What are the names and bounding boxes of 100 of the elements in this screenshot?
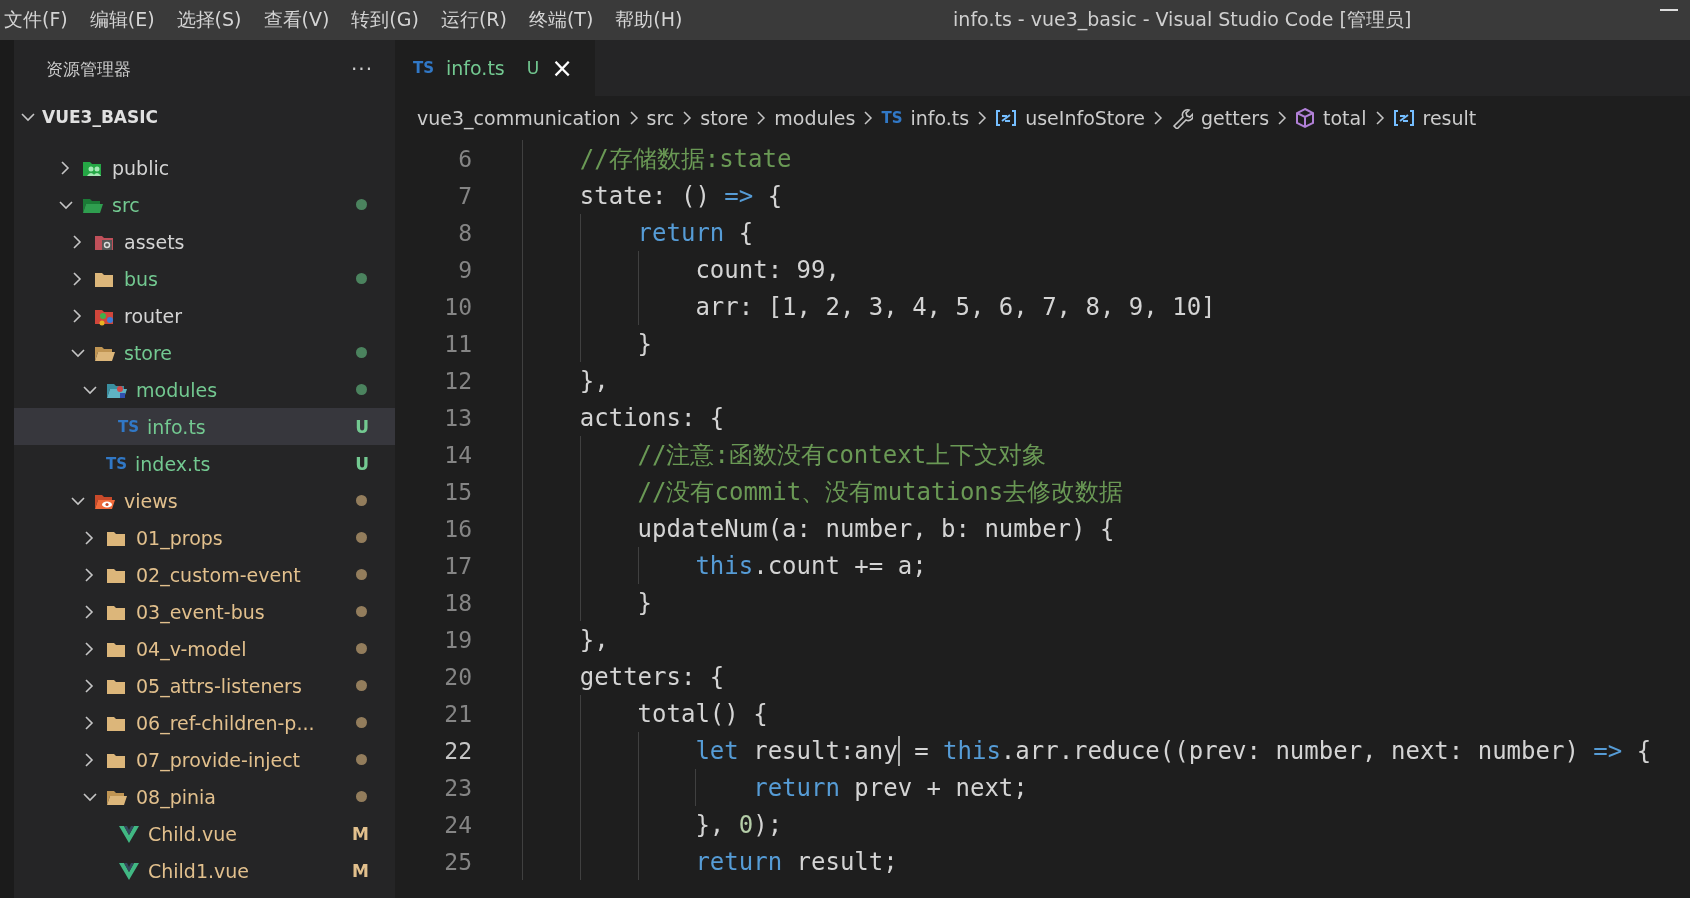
breadcrumb-item[interactable]: vue3_communication [417,107,621,129]
tree-item[interactable]: 07_provide-inject [14,741,395,778]
status-letter: M [352,823,369,844]
code-line: return { [637,218,754,247]
tree-item[interactable]: public [14,149,395,186]
line-number: 16 [443,515,472,542]
code-line: } [637,588,653,617]
chevron-right-icon [628,110,639,126]
line-number: 6 [457,145,472,172]
tree-item[interactable]: 08_pinia [14,778,395,815]
menu-item[interactable]: 运行(R) [440,7,529,33]
code-line: state: () => { [579,181,783,210]
folder-section-header[interactable]: VUE3_BASIC [14,98,395,136]
code-line: //存储数据:state [579,143,792,175]
tree-item[interactable]: modules [14,371,395,408]
line-number: 7 [457,182,472,209]
breadcrumb-item[interactable]: getters [1171,107,1270,129]
ts-icon: TS [881,109,903,127]
line-number: 13 [443,404,472,431]
tree-item[interactable]: bus [14,260,395,297]
tree-item[interactable]: router [14,297,395,334]
menu-item[interactable]: 查看(V) [263,7,352,33]
status-letter: U [355,416,369,437]
breadcrumb-item[interactable]: modules [774,107,856,129]
code-line: let result:any = this.arr.reduce((prev: number, next: number) => { [695,735,1652,766]
code-line: arr: [1, 2, 3, 4, 5, 6, 7, 8, 9, 10] [695,292,1216,321]
line-number: 10 [443,293,472,320]
tree-item[interactable]: assets [14,223,395,260]
code-line: this.count += a; [695,551,927,580]
code-line: } [637,329,653,358]
explorer-title: 资源管理器 [46,57,131,81]
chevron-right-icon [1374,110,1385,126]
status-letter: U [355,453,369,474]
tree-item[interactable]: 02_custom-event [14,556,395,593]
bracket-icon [995,109,1018,127]
line-number: 24 [443,811,472,838]
breadcrumb-item[interactable]: src [646,107,675,129]
menu-item[interactable]: 帮助(H) [615,7,705,33]
close-button[interactable]: × [551,55,573,81]
tree-item[interactable]: Child.vue M [14,815,395,852]
tree-item[interactable]: 05_attrs-listeners [14,667,395,704]
menu-item[interactable]: 转到(G) [351,7,441,33]
code-line: getters: { [579,662,725,691]
chevron-right-icon [1277,110,1288,126]
ts-icon: TS [413,59,435,77]
code-line: count: 99, [695,255,840,284]
tree-item[interactable]: TS index.ts U [14,445,395,482]
v-logo-icon [118,823,140,844]
breadcrumb-item[interactable]: TS info.ts [881,107,970,129]
line-number: 11 [443,330,472,357]
code-line: return prev + next; [753,773,1028,802]
tree-item[interactable]: 01_props [14,519,395,556]
chevron-right-icon [1153,110,1163,126]
more-button[interactable]: ··· [350,57,373,81]
code-line: //没有commit、没有mutations去修改数据 [637,476,1124,508]
tree-item[interactable]: TS info.ts U [14,408,395,445]
line-number: 14 [443,441,472,468]
chevron-right-icon [756,110,767,126]
code-line: total() { [637,699,768,728]
breadcrumb-item[interactable]: total [1295,107,1367,129]
code-line: updateNum(a: number, b: number) { [637,514,1115,543]
minimize-icon [1660,8,1678,12]
status-letter: M [352,860,369,881]
chevron-right-icon [863,110,874,126]
editor-tab[interactable]: TS info.ts U × [395,40,595,96]
status-letter: U [525,58,540,78]
window-title: info.ts - vue3_basic - Visual Studio Code [管理员] [952,7,1413,33]
line-number: 12 [443,367,472,394]
tree-item[interactable]: src [14,186,395,223]
code-line: //注意:函数没有context上下文对象 [637,439,1047,471]
tree-item[interactable]: Child1.vue M [14,852,395,889]
tree-item[interactable]: 03_event-bus [14,593,395,630]
breadcrumb-item[interactable]: useInfoStore [995,107,1145,129]
menu-item[interactable]: 选择(S) [176,7,264,33]
line-number: 15 [443,478,472,505]
chevron-right-icon [682,110,693,126]
menu-item[interactable]: 终端(T) [528,7,616,33]
ts-icon: TS [106,454,128,473]
line-number: 19 [443,626,472,653]
code-line: }, [579,625,609,654]
code-line: return result; [695,847,898,876]
line-number: 22 [443,737,472,764]
breadcrumb-item[interactable]: result [1392,107,1477,129]
menu-item[interactable]: 文件(F) [4,7,90,33]
code-line: actions: { [579,403,725,432]
cube-icon [1295,107,1316,129]
v-logo-icon [118,860,140,881]
line-number: 25 [443,848,472,875]
bracket-icon [1392,109,1415,127]
line-number: 8 [457,219,472,246]
menu-item[interactable]: 编辑(E) [89,7,177,33]
ts-icon: TS [118,417,140,436]
line-number: 20 [443,663,472,690]
tree-item[interactable]: 04_v-model [14,630,395,667]
chevron-right-icon [977,110,988,126]
breadcrumb-item[interactable]: store [700,107,749,129]
line-number: 18 [443,589,472,616]
tree-item[interactable]: 06_ref-children-p... [14,704,395,741]
tree-item[interactable]: views [14,482,395,519]
tree-item[interactable]: store [14,334,395,371]
